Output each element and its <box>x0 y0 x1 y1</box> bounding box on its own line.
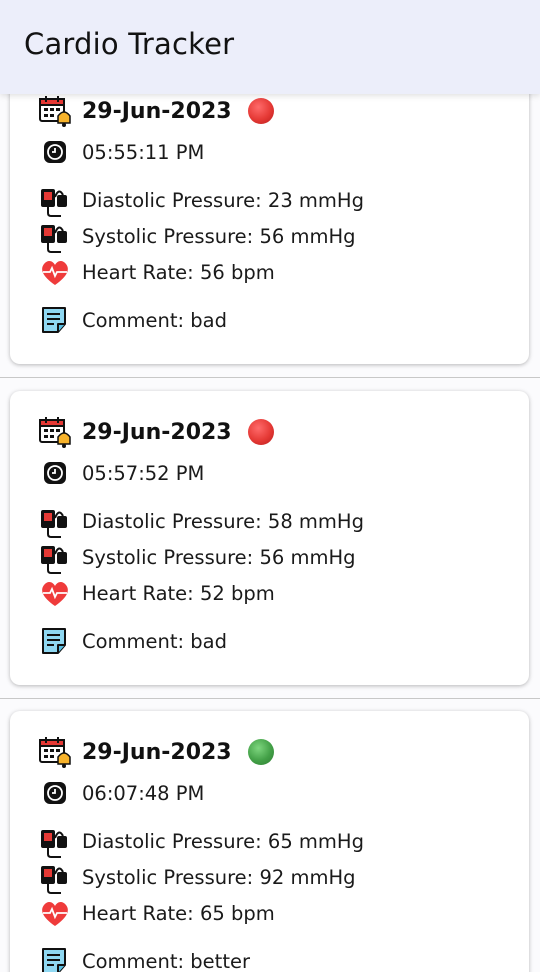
status-indicator <box>247 739 274 765</box>
heart-rate-row: Heart Rate: 56 bpm <box>38 256 275 288</box>
record-date: 29-Jun-2023 <box>82 739 232 765</box>
time-row: 06:07:48 PM <box>38 777 204 809</box>
blood-pressure-monitor-icon <box>38 860 72 894</box>
blood-pressure-monitor-icon <box>38 824 72 858</box>
calendar-clock-icon <box>38 735 72 769</box>
record-time: 05:57:52 PM <box>82 461 205 485</box>
record-card[interactable]: 29-Jun-2023 05:57:52 PM Diastolic Pressu… <box>10 391 529 685</box>
time-row: 05:57:52 PM <box>38 457 204 489</box>
record-date: 29-Jun-2023 <box>82 98 232 124</box>
status-indicator <box>247 419 274 445</box>
comment-row: Comment: better <box>38 945 250 972</box>
diastolic-row: Diastolic Pressure: 65 mmHg <box>38 824 364 858</box>
blood-pressure-monitor-icon <box>38 219 72 253</box>
blood-pressure-monitor-icon <box>38 540 72 574</box>
diastolic-pressure: Diastolic Pressure: 23 mmHg <box>82 188 364 212</box>
diastolic-row: Diastolic Pressure: 58 mmHg <box>38 504 364 538</box>
record-time: 06:07:48 PM <box>82 781 205 805</box>
date-row: 29-Jun-2023 <box>38 95 274 127</box>
note-icon <box>38 303 72 337</box>
app-title: Cardio Tracker <box>24 27 235 61</box>
note-icon <box>38 944 72 972</box>
comment: Comment: better <box>82 949 250 972</box>
clock-icon <box>38 135 72 169</box>
comment-row: Comment: bad <box>38 304 227 336</box>
status-indicator <box>247 98 274 124</box>
heart-rate-icon <box>38 255 72 289</box>
systolic-pressure: Systolic Pressure: 56 mmHg <box>82 224 356 248</box>
divider <box>0 377 540 378</box>
comment: Comment: bad <box>82 629 228 653</box>
heart-rate: Heart Rate: 52 bpm <box>82 581 275 605</box>
heart-rate-icon <box>38 576 72 610</box>
records-list[interactable]: 29-Jun-2023 05:55:11 PM Diastolic Pressu… <box>0 0 540 972</box>
systolic-row: Systolic Pressure: 56 mmHg <box>38 540 356 574</box>
app-bar: Cardio Tracker <box>0 0 540 94</box>
date-row: 29-Jun-2023 <box>38 416 274 448</box>
date-row: 29-Jun-2023 <box>38 736 274 768</box>
clock-icon <box>38 776 72 810</box>
record-date: 29-Jun-2023 <box>82 419 232 445</box>
record-card[interactable]: 29-Jun-2023 06:07:48 PM Diastolic Pressu… <box>10 711 529 972</box>
diastolic-row: Diastolic Pressure: 23 mmHg <box>38 183 364 217</box>
app-screen: 29-Jun-2023 05:55:11 PM Diastolic Pressu… <box>0 0 540 972</box>
calendar-clock-icon <box>38 94 72 128</box>
diastolic-pressure: Diastolic Pressure: 58 mmHg <box>82 509 364 533</box>
record-time: 05:55:11 PM <box>82 140 205 164</box>
systolic-row: Systolic Pressure: 56 mmHg <box>38 219 356 253</box>
clock-icon <box>38 456 72 490</box>
heart-rate-icon <box>38 896 72 930</box>
heart-rate-row: Heart Rate: 52 bpm <box>38 577 275 609</box>
systolic-pressure: Systolic Pressure: 56 mmHg <box>82 545 356 569</box>
time-row: 05:55:11 PM <box>38 136 204 168</box>
heart-rate: Heart Rate: 65 bpm <box>82 901 275 925</box>
comment: Comment: bad <box>82 308 228 332</box>
comment-row: Comment: bad <box>38 625 227 657</box>
systolic-pressure: Systolic Pressure: 92 mmHg <box>82 865 356 889</box>
heart-rate-row: Heart Rate: 65 bpm <box>38 897 275 929</box>
systolic-row: Systolic Pressure: 92 mmHg <box>38 860 356 894</box>
note-icon <box>38 624 72 658</box>
blood-pressure-monitor-icon <box>38 504 72 538</box>
calendar-clock-icon <box>38 415 72 449</box>
divider <box>0 698 540 699</box>
heart-rate: Heart Rate: 56 bpm <box>82 260 275 284</box>
diastolic-pressure: Diastolic Pressure: 65 mmHg <box>82 829 364 853</box>
blood-pressure-monitor-icon <box>38 183 72 217</box>
